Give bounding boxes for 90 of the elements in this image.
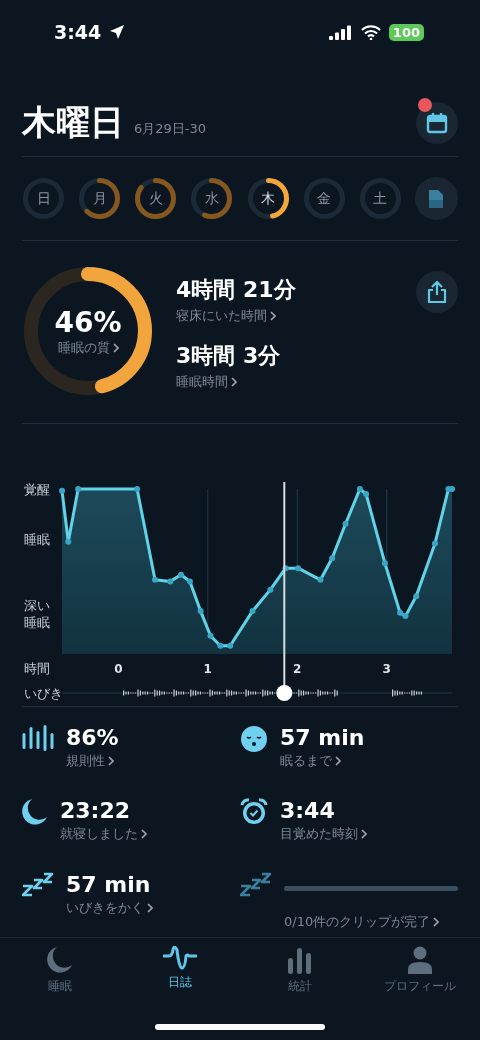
moon-icon <box>47 946 73 974</box>
stat-link[interactable]: 眠るまで <box>280 752 458 770</box>
stat-link[interactable]: 目覚めた時刻 <box>280 825 458 844</box>
battery-indicator: 100 <box>388 23 424 41</box>
day-title: 木曜日 <box>22 101 124 144</box>
tab-bar-item[interactable]: 睡眠 <box>0 938 120 1016</box>
data-point <box>65 538 72 545</box>
day-button[interactable]: 火 <box>134 177 178 220</box>
share-button[interactable] <box>416 271 458 313</box>
calendar-icon <box>426 112 448 134</box>
report-button[interactable] <box>415 177 458 220</box>
data-point <box>295 565 302 572</box>
data-point <box>134 486 141 492</box>
quality-link[interactable]: 睡眠の質 <box>57 338 119 357</box>
duration-link[interactable]: 寝床にいた時間 <box>176 307 296 325</box>
data-point <box>217 642 224 649</box>
y-axis-label: 深い睡眠 <box>24 597 50 630</box>
day-button[interactable]: 金 <box>302 177 346 220</box>
stat-link[interactable]: 規則性 <box>66 752 240 770</box>
bar-chart-icon <box>287 946 313 974</box>
x-tick-label: 1 <box>203 662 212 676</box>
data-point <box>227 642 234 649</box>
day-button[interactable]: 日 <box>22 177 65 220</box>
quality-score: 46% <box>54 305 122 339</box>
clips-link[interactable]: 0/10件のクリップが完了 <box>284 912 458 931</box>
wifi-icon <box>360 24 381 40</box>
wave-icon <box>163 946 197 970</box>
stat-link[interactable]: いびきをかく <box>66 898 240 917</box>
day-button[interactable]: 土 <box>358 177 402 220</box>
stat-value: 23:22 <box>60 798 132 824</box>
data-point <box>152 576 159 583</box>
stat-value: 86% <box>66 725 120 750</box>
duration-link[interactable]: 睡眠時間 <box>176 373 296 391</box>
data-point <box>317 576 324 583</box>
alarm-clock-icon <box>240 798 268 827</box>
x-tick-label: 3 <box>382 662 391 676</box>
tab-bar-item[interactable]: 日誌 <box>120 938 240 1016</box>
zzz-icon <box>22 871 54 898</box>
chevron-icon <box>433 916 440 927</box>
zzz-icon <box>240 871 272 898</box>
data-point <box>186 578 193 585</box>
day-button[interactable]: 水 <box>190 177 234 220</box>
duration-value: 4時間 21分 <box>176 276 296 304</box>
signal-icon <box>328 24 353 40</box>
chevron-icon <box>335 756 341 766</box>
chevron-icon <box>108 756 114 766</box>
location-arrow-icon <box>109 24 126 40</box>
data-point <box>249 608 256 615</box>
chevron-icon <box>270 311 276 321</box>
data-point <box>432 540 438 547</box>
y-axis-label: 睡眠 <box>24 531 50 547</box>
date-range: 6月29日-30 <box>134 120 207 138</box>
data-point <box>207 632 214 639</box>
x-tick-label: 0 <box>114 662 123 676</box>
y-axis-label: 覚醒 <box>24 482 50 497</box>
day-button[interactable]: 木 <box>246 177 290 220</box>
status-time: 3:44 <box>54 21 102 43</box>
data-point <box>75 486 82 492</box>
stat-link[interactable]: 就寝しました <box>60 825 240 844</box>
stat-value: 3:44 <box>280 798 336 824</box>
data-point <box>167 578 174 585</box>
day-button[interactable]: 月 <box>78 177 122 220</box>
person-icon <box>407 946 433 974</box>
data-point <box>329 555 336 562</box>
snore-label: いびき <box>24 686 63 701</box>
tab-bar-item[interactable]: プロフィール <box>360 938 480 1016</box>
chevron-icon <box>141 829 147 840</box>
chevron-icon <box>361 829 367 840</box>
chevron-icon <box>231 377 237 387</box>
tab-bar-item[interactable]: 統計 <box>240 938 360 1016</box>
data-point <box>267 586 274 593</box>
document-icon <box>428 188 445 209</box>
playhead-handle[interactable] <box>276 482 293 701</box>
bars-icon <box>22 725 54 751</box>
x-axis-title: 時間 <box>24 661 50 676</box>
data-point <box>197 608 204 615</box>
chevron-icon <box>147 902 153 913</box>
stat-value: 57 min <box>66 871 152 897</box>
chevron-icon <box>112 342 119 353</box>
data-point <box>413 593 420 600</box>
stat-value: 57 min <box>280 725 366 750</box>
moon-icon <box>22 798 48 827</box>
x-tick-label: 2 <box>293 662 302 676</box>
sleepy-face-icon <box>240 725 268 753</box>
data-point <box>381 560 388 567</box>
data-point <box>342 520 349 527</box>
data-point <box>59 487 65 494</box>
data-point <box>177 571 184 578</box>
duration-value: 3時間 3分 <box>176 342 282 370</box>
share-icon <box>427 281 447 303</box>
